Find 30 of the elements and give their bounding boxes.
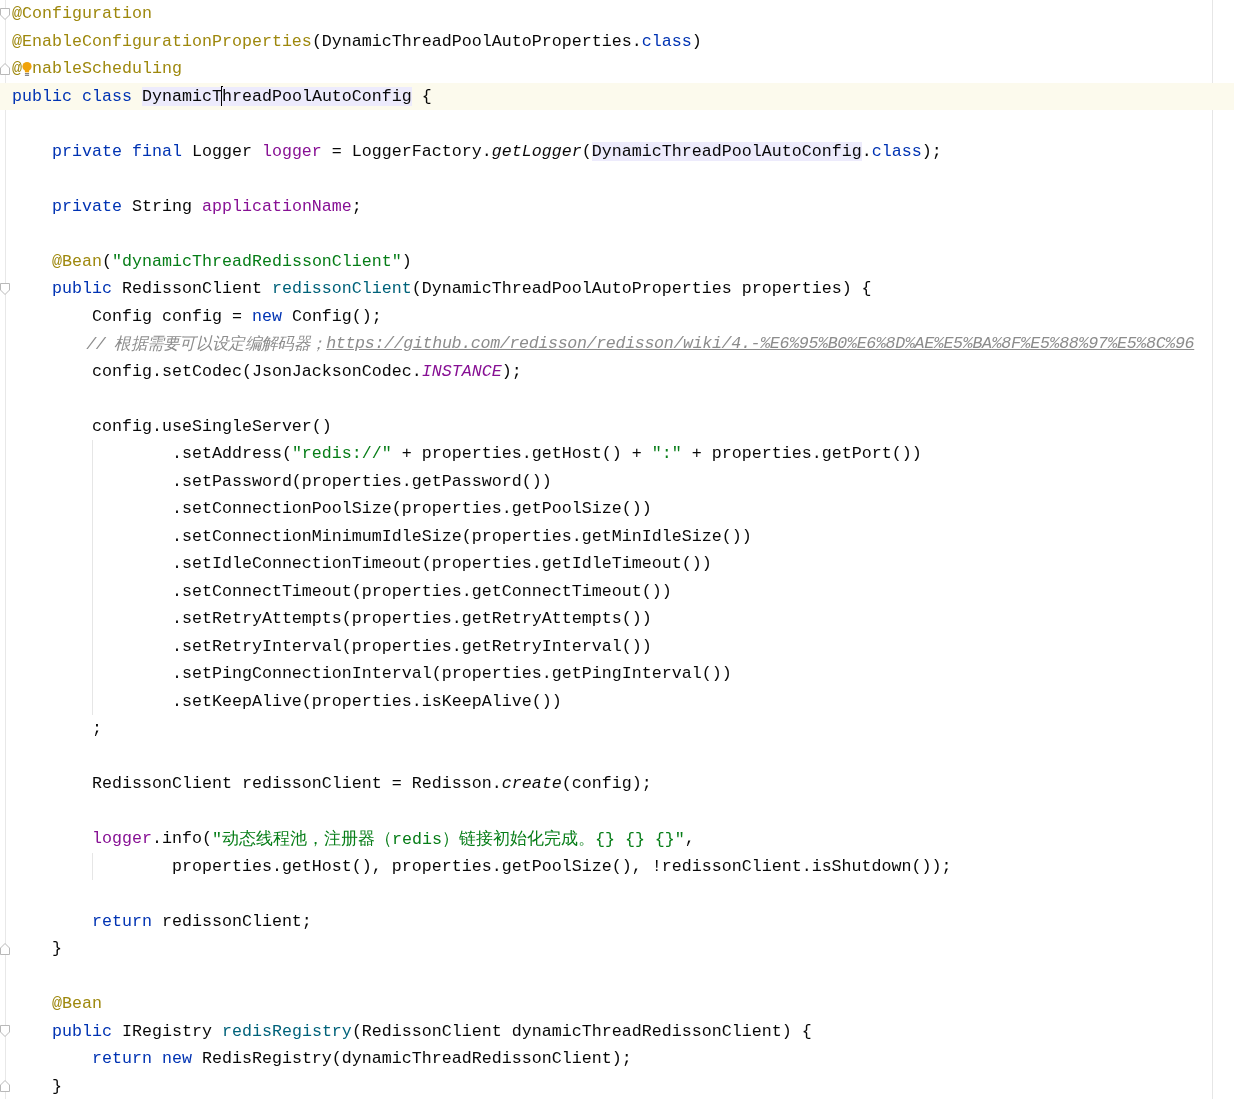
- fold-icon[interactable]: [0, 62, 10, 75]
- code-line: private String applicationName;: [50, 195, 362, 218]
- fold-icon[interactable]: [0, 1025, 10, 1038]
- code-text: @: [12, 59, 22, 79]
- code-line: }: [50, 938, 62, 961]
- code-line: public IRegistry redisRegistry(RedissonClient dynamicThreadRedissonClient) {: [50, 1020, 812, 1043]
- code-line: ;: [90, 718, 102, 741]
- code-line: Config config = new Config();: [90, 305, 382, 328]
- code-line: public RedissonClient redissonClient(DynamicThreadPoolAutoProperties properties) {: [50, 278, 872, 301]
- fold-icon[interactable]: [0, 1080, 10, 1093]
- code-line: RedissonClient redissonClient = Redisson.create(config);: [90, 773, 652, 796]
- code-line: logger.info("动态线程池，注册器（redis）链接初始化完成。{} {} {}",: [90, 828, 695, 851]
- code-text: nableScheduling: [32, 59, 182, 79]
- lightbulb-icon[interactable]: [22, 59, 32, 78]
- link[interactable]: https://github.com/redisson/redisson/wiki/4.-%E6%95%B0%E6%8D%AE%E5%BA%8F%E5%88%97%E5%8C%96: [326, 334, 1195, 354]
- code-line: @Configuration: [12, 3, 152, 26]
- code-line: @Bean("dynamicThreadRedissonClient"): [50, 250, 412, 273]
- code-comment: // 根据需要可以设定编解码器；: [85, 333, 327, 355]
- code-line: public class DynamicThreadPoolAutoConfig {: [12, 85, 432, 109]
- code-line: }: [50, 1075, 62, 1098]
- code-line: return new RedisRegistry(dynamicThreadRedissonClient);: [90, 1048, 632, 1071]
- fold-icon[interactable]: [0, 7, 10, 20]
- fold-icon[interactable]: [0, 282, 10, 295]
- code-line: @EnableConfigurationProperties(DynamicThreadPoolAutoProperties.class): [12, 30, 702, 53]
- code-line: config.setCodec(JsonJacksonCodec.INSTANCE);: [90, 360, 522, 383]
- code-line: private final Logger logger = LoggerFactory.getLogger(DynamicThreadPoolAutoConfig.class);: [50, 140, 942, 163]
- fold-icon[interactable]: [0, 942, 10, 955]
- code-line: return redissonClient;: [90, 910, 312, 933]
- code-line: config.useSingleServer(): [90, 415, 332, 438]
- code-line: @Bean: [50, 993, 102, 1016]
